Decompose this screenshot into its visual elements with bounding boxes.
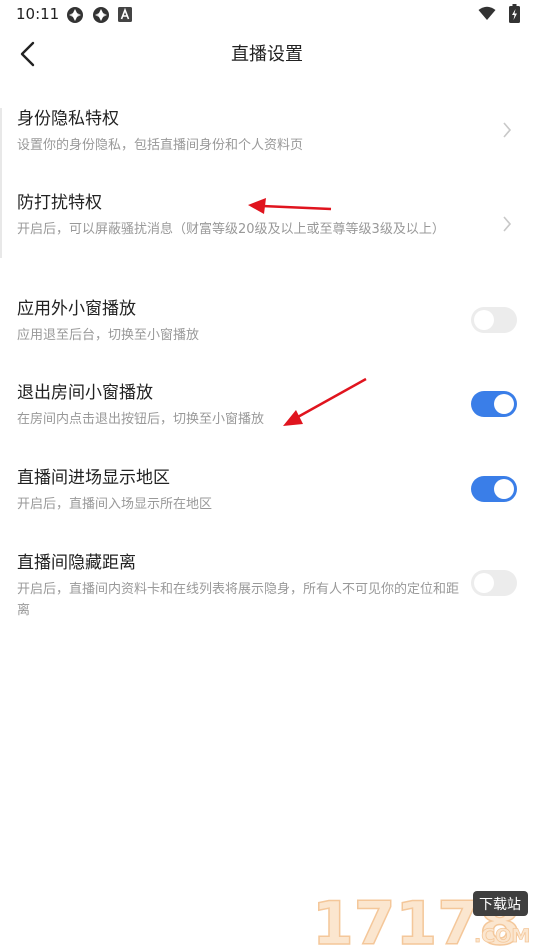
setting-title: 身份隐私特权 [17, 109, 119, 129]
sync-icon [93, 7, 109, 23]
setting-anti-disturb[interactable]: 防打扰特权 开启后，可以屏蔽骚扰消息（财富等级20级及以上或至尊等级3级及以上） [0, 186, 534, 266]
toggle-switch[interactable] [471, 570, 517, 596]
toggle-switch[interactable] [471, 476, 517, 502]
setting-title: 直播间进场显示地区 [17, 468, 170, 488]
toggle-knob [494, 394, 514, 414]
wifi-icon [478, 6, 496, 20]
toggle-switch[interactable] [471, 307, 517, 333]
watermark-logo: 17178 下载站 .COM [310, 888, 530, 952]
setting-hide-distance: 直播间隐藏距离 开启后，直播间内资料卡和在线列表将展示隐身，所有人不可见你的定位… [0, 546, 534, 626]
chevron-right-icon[interactable] [500, 214, 514, 234]
setting-description: 设置你的身份隐私，包括直播间身份和个人资料页 [17, 138, 304, 153]
battery-charging-icon [509, 4, 520, 23]
setting-outside-mini-window: 应用外小窗播放 应用退至后台，切换至小窗播放 [0, 292, 534, 352]
setting-description: 开启后，直播间入场显示所在地区 [17, 497, 213, 512]
status-bar: 10:11 [0, 0, 534, 28]
nav-bar: 直播设置 [0, 30, 534, 76]
sync-icon [67, 7, 83, 23]
setting-show-region: 直播间进场显示地区 开启后，直播间入场显示所在地区 [0, 461, 534, 521]
watermark-badge: 下载站 [479, 897, 521, 913]
setting-description: 开启后，直播间内资料卡和在线列表将展示隐身，所有人不可见你的定位和距离 [17, 582, 460, 618]
app-a-icon [118, 7, 132, 22]
setting-description: 在房间内点击退出按钮后，切换至小窗播放 [17, 412, 265, 427]
toggle-knob [474, 310, 494, 330]
setting-exit-room-mini-window: 退出房间小窗播放 在房间内点击退出按钮后，切换至小窗播放 [0, 376, 534, 436]
page-title: 直播设置 [231, 44, 303, 65]
setting-title: 直播间隐藏距离 [17, 553, 136, 573]
setting-title: 退出房间小窗播放 [17, 383, 153, 403]
setting-description: 开启后，可以屏蔽骚扰消息（财富等级20级及以上或至尊等级3级及以上） [17, 222, 445, 237]
chevron-right-icon[interactable] [500, 120, 514, 140]
toggle-switch[interactable] [471, 391, 517, 417]
setting-title: 应用外小窗播放 [17, 299, 136, 319]
watermark-domain: .COM [474, 925, 530, 947]
status-time: 10:11 [16, 5, 60, 23]
setting-description: 应用退至后台，切换至小窗播放 [17, 328, 200, 343]
toggle-knob [494, 479, 514, 499]
toggle-knob [474, 573, 494, 593]
setting-title: 防打扰特权 [17, 193, 102, 213]
watermark-graphic: 17178 下载站 .COM [311, 888, 530, 952]
setting-identity-privacy[interactable]: 身份隐私特权 设置你的身份隐私，包括直播间身份和个人资料页 [0, 102, 534, 164]
